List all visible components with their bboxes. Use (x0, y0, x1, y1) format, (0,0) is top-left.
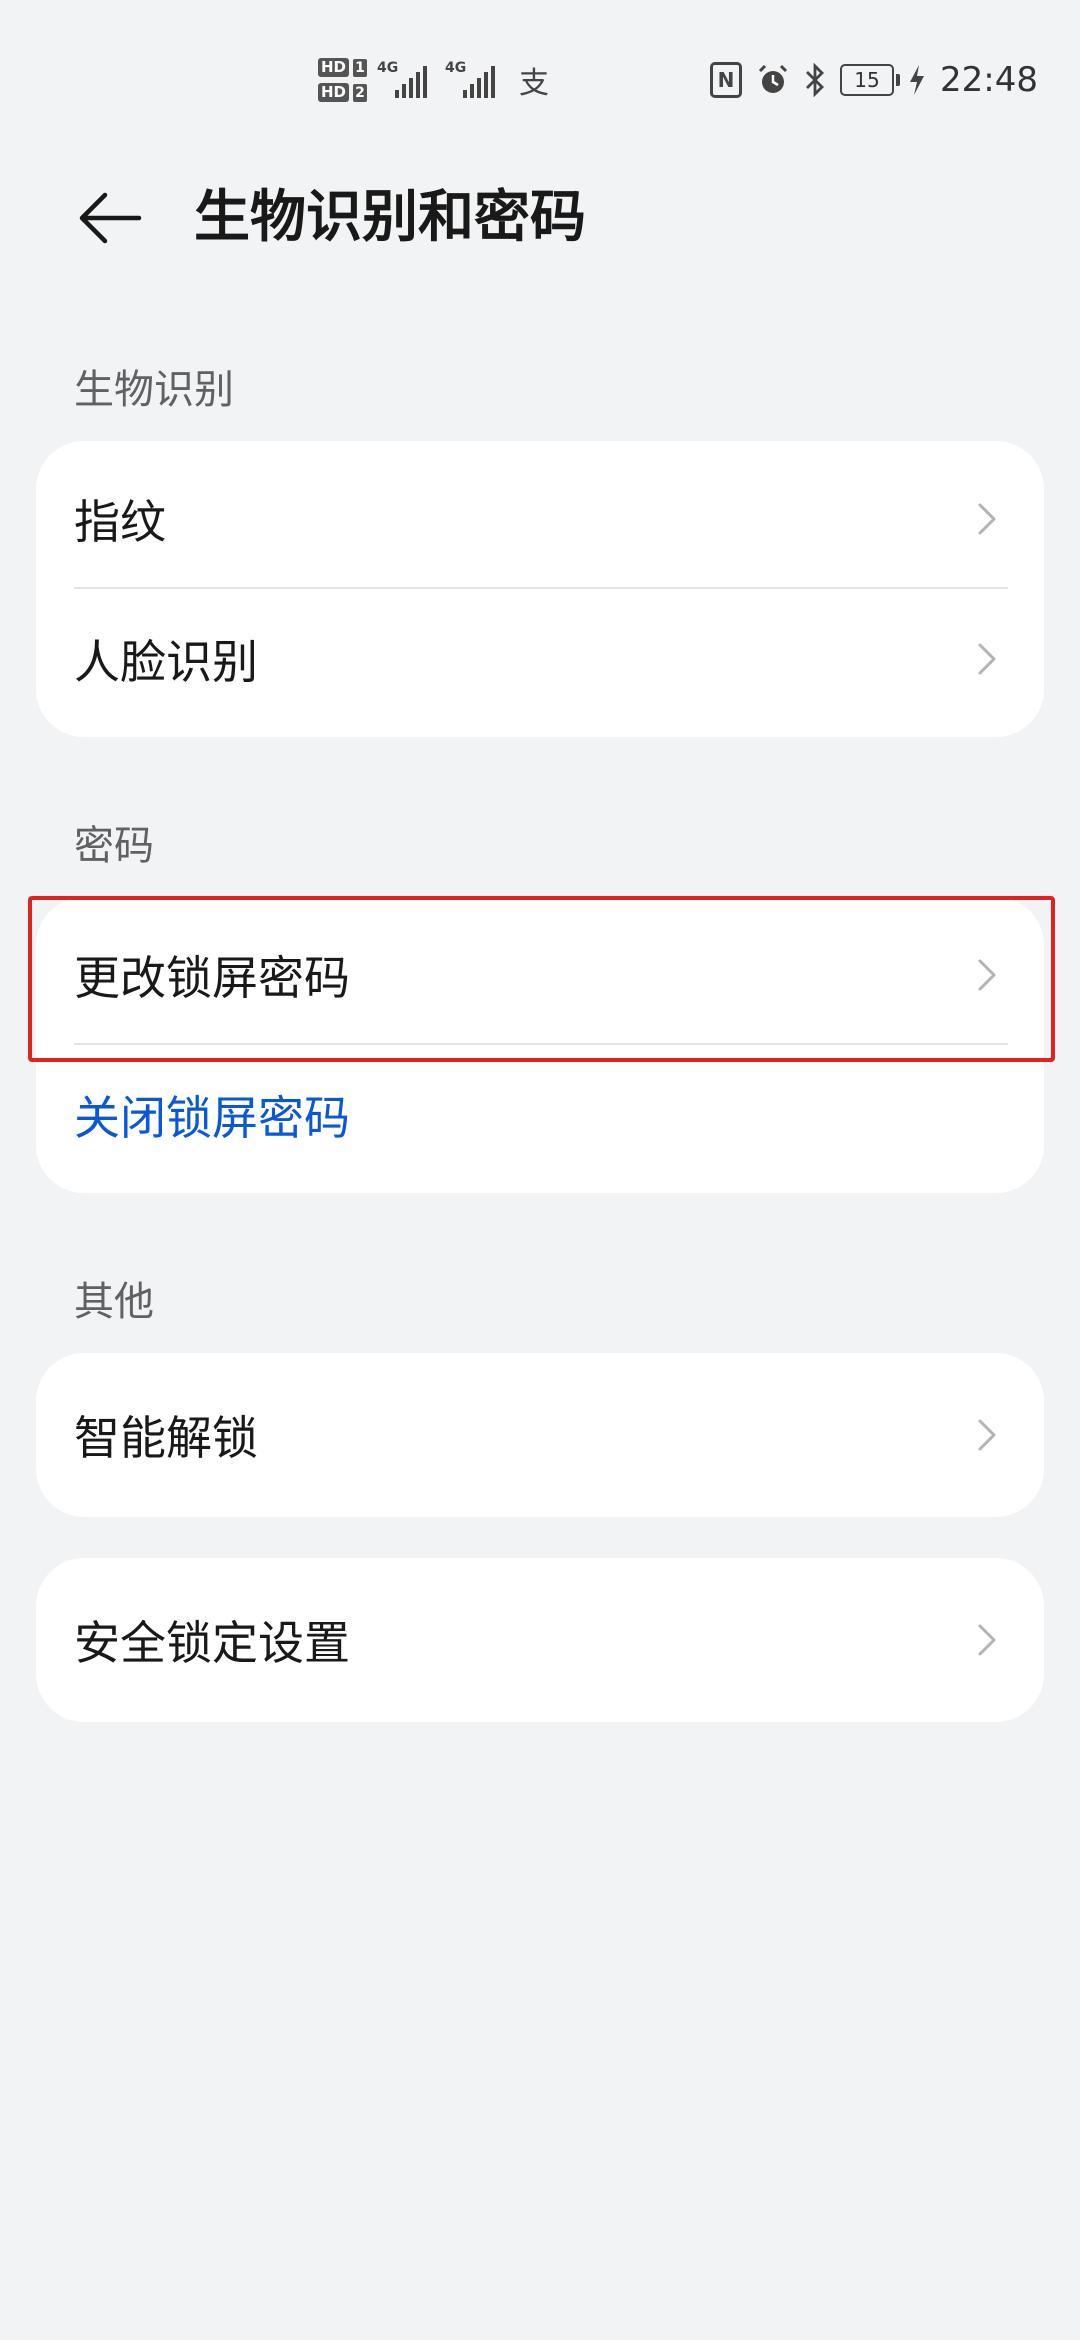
row-disable-lock-password[interactable]: 关闭锁屏密码 (36, 1045, 1044, 1185)
section-label-other: 其他 (74, 1279, 154, 1325)
status-bar: HD 1 HD 2 4G 4G 支 N 15 22:48 (0, 0, 1080, 150)
card-biometrics: 指纹 人脸识别 (36, 441, 1044, 737)
row-label: 指纹 (74, 495, 166, 549)
row-security-lock-settings[interactable]: 安全锁定设置 (36, 1570, 1044, 1710)
battery-icon: 15 (840, 64, 901, 96)
card-security-lock: 安全锁定设置 (36, 1558, 1044, 1722)
signal-icon-sim2: 4G (445, 60, 503, 100)
back-button[interactable] (70, 178, 150, 258)
status-left: HD 1 HD 2 4G 4G 支 (318, 50, 549, 110)
highlight-box (28, 896, 1055, 1062)
chevron-right-icon (978, 1419, 996, 1451)
bluetooth-icon (806, 63, 824, 97)
card-other: 智能解锁 (36, 1353, 1044, 1517)
signal-icon-sim1: 4G (377, 60, 435, 100)
row-label: 安全锁定设置 (74, 1616, 350, 1670)
charging-icon (910, 65, 925, 95)
chevron-right-icon (978, 1624, 996, 1656)
row-label: 关闭锁屏密码 (74, 1091, 350, 1145)
section-label-biometrics: 生物识别 (74, 367, 234, 413)
row-label: 智能解锁 (74, 1411, 258, 1465)
alipay-icon: 支 (519, 66, 550, 101)
hd-badge: HD (318, 58, 350, 77)
clock: 22:48 (940, 60, 1038, 100)
row-smart-unlock[interactable]: 智能解锁 (36, 1365, 1044, 1505)
chevron-right-icon (978, 643, 996, 675)
alarm-icon (758, 64, 788, 93)
chevron-right-icon (978, 503, 996, 535)
hd-badge: HD (318, 83, 350, 102)
battery-level: 15 (854, 68, 880, 92)
row-face-recognition[interactable]: 人脸识别 (36, 589, 1044, 729)
section-label-password: 密码 (74, 823, 154, 869)
arrow-left-icon (79, 192, 142, 244)
sim-2-number: 2 (353, 83, 368, 102)
sim-1-number: 1 (353, 58, 368, 77)
page-title: 生物识别和密码 (194, 185, 586, 250)
row-label: 人脸识别 (74, 635, 258, 689)
volte-indicators: HD 1 HD 2 (318, 58, 368, 102)
row-fingerprint[interactable]: 指纹 (36, 449, 1044, 589)
status-right: N 15 22:48 (710, 52, 1038, 108)
nfc-icon: N (710, 62, 743, 98)
